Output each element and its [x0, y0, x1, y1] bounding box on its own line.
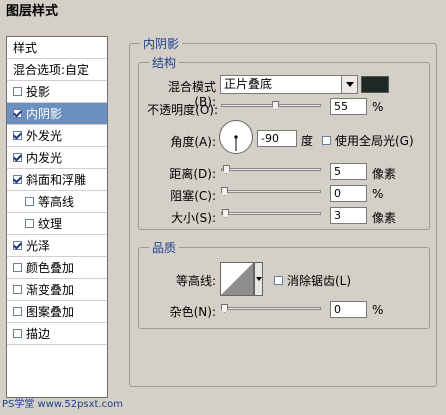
- global-light-label: 使用全局光(G): [335, 134, 414, 148]
- window-title: 图层样式: [0, 0, 446, 24]
- opacity-label: 不透明度(O):: [147, 103, 218, 117]
- noise-input[interactable]: 0: [330, 301, 367, 318]
- size-input[interactable]: 3: [330, 207, 367, 224]
- contour-label: 等高线:: [175, 274, 216, 288]
- style-item-label: 等高线: [38, 195, 75, 209]
- style-checkbox[interactable]: [13, 263, 22, 272]
- style-item-label: 描边: [26, 327, 51, 341]
- size-label: 大小(S):: [170, 211, 216, 225]
- antialias-label: 消除锯齿(L): [287, 274, 352, 288]
- style-item-label: 纹理: [38, 217, 63, 231]
- antialias-checkbox[interactable]: [274, 276, 283, 285]
- style-checkbox[interactable]: [13, 307, 22, 316]
- distance-label: 距离(D):: [169, 167, 216, 181]
- noise-label: 杂色(N):: [169, 305, 216, 319]
- size-unit: 像素: [372, 211, 397, 225]
- style-item-label: 内阴影: [26, 107, 63, 121]
- style-item[interactable]: 图案叠加: [7, 301, 107, 323]
- shadow-color-swatch[interactable]: [361, 76, 389, 93]
- style-checkbox[interactable]: [13, 241, 22, 250]
- style-item[interactable]: 内发光: [7, 147, 107, 169]
- antialias-option[interactable]: 消除锯齿(L): [274, 272, 351, 289]
- style-checkbox[interactable]: [13, 87, 22, 96]
- style-item[interactable]: 光泽: [7, 235, 107, 257]
- size-slider[interactable]: [221, 212, 321, 215]
- style-item-label: 斜面和浮雕: [26, 173, 87, 187]
- contour-dropdown-button[interactable]: [254, 262, 263, 296]
- style-checkbox[interactable]: [13, 175, 22, 184]
- style-checkbox[interactable]: [13, 153, 22, 162]
- chevron-down-icon[interactable]: [341, 76, 357, 93]
- styles-list: 样式混合选项:自定投影内阴影外发光内发光斜面和浮雕等高线纹理光泽颜色叠加渐变叠加…: [6, 36, 108, 398]
- style-item[interactable]: 渐变叠加: [7, 279, 107, 301]
- opacity-slider[interactable]: [221, 104, 321, 107]
- distance-input[interactable]: 5: [330, 163, 367, 180]
- style-item[interactable]: 斜面和浮雕: [7, 169, 107, 191]
- structure-title: 结构: [149, 54, 180, 71]
- watermark-text: PS学堂 www.52psxt.com: [2, 399, 124, 410]
- style-checkbox[interactable]: [25, 219, 34, 228]
- opacity-input[interactable]: 55: [330, 98, 367, 115]
- inner-shadow-title: 内阴影: [140, 35, 183, 52]
- style-item[interactable]: 颜色叠加: [7, 257, 107, 279]
- global-light-checkbox[interactable]: [322, 136, 331, 145]
- style-checkbox[interactable]: [13, 285, 22, 294]
- choke-label: 阻塞(C):: [170, 189, 216, 203]
- style-item-label: 投影: [26, 85, 51, 99]
- style-item[interactable]: 描边: [7, 323, 107, 345]
- distance-slider[interactable]: [221, 168, 321, 171]
- contour-preview-icon: [221, 263, 253, 295]
- style-item[interactable]: 内阴影: [7, 103, 107, 125]
- opacity-unit: %: [372, 100, 384, 114]
- style-checkbox[interactable]: [13, 109, 22, 118]
- style-item-label: 颜色叠加: [26, 261, 75, 275]
- choke-slider[interactable]: [221, 190, 321, 193]
- choke-input[interactable]: 0: [330, 185, 367, 202]
- quality-title: 品质: [149, 239, 180, 256]
- noise-unit: %: [372, 303, 384, 317]
- angle-input[interactable]: -90: [257, 130, 297, 147]
- style-item[interactable]: 样式: [7, 37, 107, 59]
- style-checkbox[interactable]: [25, 197, 34, 206]
- angle-label: 角度(A):: [170, 135, 216, 149]
- style-item-label: 光泽: [26, 239, 51, 253]
- style-item[interactable]: 纹理: [7, 213, 107, 235]
- style-item-label: 渐变叠加: [26, 283, 75, 297]
- contour-picker[interactable]: [220, 262, 254, 296]
- global-light-option[interactable]: 使用全局光(G): [322, 132, 414, 149]
- blend-mode-dropdown[interactable]: 正片叠底: [220, 75, 358, 94]
- angle-dial-indicator: [234, 135, 238, 151]
- style-item-label: 外发光: [26, 129, 63, 143]
- style-item-label: 样式: [13, 41, 38, 55]
- style-item[interactable]: 等高线: [7, 191, 107, 213]
- noise-slider[interactable]: [221, 307, 321, 310]
- style-item-label: 内发光: [26, 151, 63, 165]
- style-item[interactable]: 混合选项:自定: [7, 59, 107, 81]
- blend-mode-value: 正片叠底: [224, 77, 273, 91]
- style-checkbox[interactable]: [13, 131, 22, 140]
- distance-unit: 像素: [372, 167, 397, 181]
- style-item-label: 图案叠加: [26, 305, 75, 319]
- style-checkbox[interactable]: [13, 329, 22, 338]
- style-item[interactable]: 外发光: [7, 125, 107, 147]
- choke-unit: %: [372, 187, 384, 201]
- angle-unit: 度: [301, 134, 314, 148]
- watermark: PS学堂 www.52psxt.com: [2, 395, 123, 410]
- angle-dial[interactable]: [219, 120, 253, 154]
- style-item[interactable]: 投影: [7, 81, 107, 103]
- style-item-label: 混合选项:自定: [13, 63, 90, 77]
